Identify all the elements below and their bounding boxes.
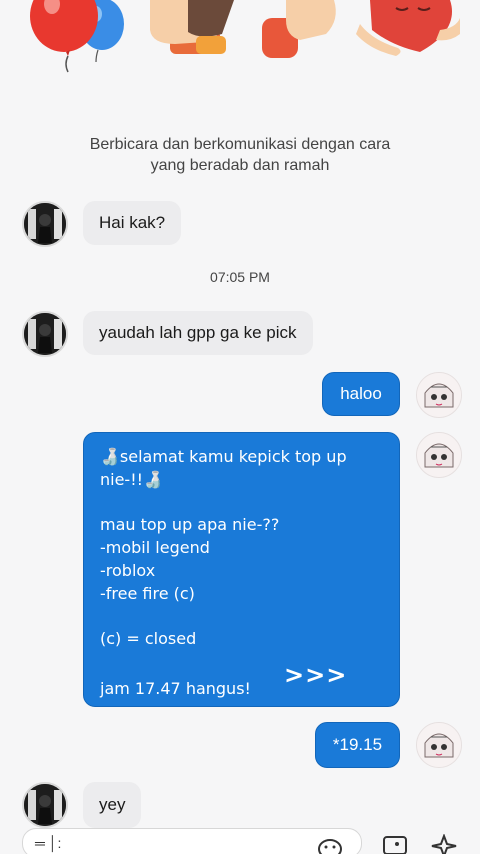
sender-avatar[interactable] bbox=[22, 782, 68, 828]
notice-line-2: yang beradab dan ramah bbox=[150, 157, 330, 174]
high-five-icon bbox=[150, 0, 234, 54]
sender-avatar[interactable] bbox=[22, 201, 68, 247]
arrows-text: >>> bbox=[284, 661, 348, 689]
message-line: nie-!!🍶 bbox=[100, 470, 163, 489]
message-line: jam 17.47 hangus! bbox=[100, 679, 251, 698]
message-timestamp: 07:05 PM bbox=[210, 269, 270, 285]
message-line: -mobil legend bbox=[100, 538, 210, 557]
sparkle-icon[interactable] bbox=[430, 834, 458, 854]
gallery-icon[interactable] bbox=[382, 834, 408, 854]
message-line: mau top up apa nie-?? bbox=[100, 515, 280, 534]
message-bubble-incoming[interactable]: Hai kak? bbox=[83, 201, 182, 245]
balloon-icon bbox=[30, 0, 124, 73]
own-avatar[interactable] bbox=[416, 372, 462, 418]
message-input[interactable]: ═ │: bbox=[22, 828, 362, 854]
message-text: *19.15 bbox=[332, 735, 383, 754]
input-placeholder: ═ │: bbox=[35, 835, 62, 851]
message-line: -roblox bbox=[100, 561, 156, 580]
message-text: Hai kak? bbox=[99, 213, 166, 232]
heart-hug-icon bbox=[356, 0, 460, 56]
community-guideline-notice: Berbicara dan berkomunikasi dengan cara … bbox=[40, 134, 440, 176]
message-line: (c) = closed bbox=[100, 629, 197, 648]
message-text: haloo bbox=[340, 384, 382, 403]
message-bubble-outgoing[interactable]: *19.15 bbox=[315, 722, 400, 768]
notice-line-1: Berbicara dan berkomunikasi dengan cara bbox=[89, 136, 391, 153]
sender-avatar[interactable] bbox=[22, 311, 68, 357]
message-line: -free fire (c) bbox=[100, 584, 195, 603]
message-bubble-outgoing[interactable]: 🍶selamat kamu kepick top up nie-!!🍶 mau … bbox=[83, 432, 400, 707]
thumbs-up-icon bbox=[262, 0, 336, 58]
sticker-banner bbox=[0, 0, 480, 90]
message-bubble-incoming[interactable]: yey bbox=[83, 782, 142, 828]
message-bubble-outgoing[interactable]: haloo bbox=[322, 372, 400, 416]
own-avatar[interactable] bbox=[416, 432, 462, 478]
own-avatar[interactable] bbox=[416, 722, 462, 768]
message-line: 🍶selamat kamu kepick top up bbox=[100, 447, 347, 466]
message-text: yey bbox=[99, 795, 126, 814]
message-bubble-incoming[interactable]: yaudah lah gpp ga ke pick bbox=[83, 311, 313, 355]
emoji-icon[interactable] bbox=[317, 837, 343, 854]
message-text: yaudah lah gpp ga ke pick bbox=[99, 323, 297, 342]
